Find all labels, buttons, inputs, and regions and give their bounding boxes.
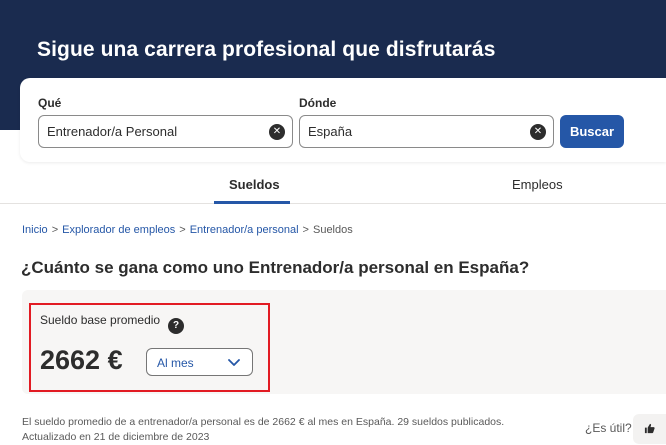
feedback-question: ¿Es útil?: [585, 421, 632, 435]
breadcrumb-explorer-link[interactable]: Explorador de empleos: [62, 224, 175, 236]
period-select-value: Al mes: [157, 356, 194, 370]
search-button[interactable]: Buscar: [560, 115, 624, 148]
salary-value: 2662 €: [40, 345, 123, 375]
breadcrumb-separator: >: [302, 224, 309, 236]
thumbs-up-icon: [644, 423, 655, 434]
where-label: Dónde: [299, 96, 337, 110]
breadcrumb-separator: >: [179, 224, 186, 236]
salary-label: Sueldo base promedio: [40, 313, 161, 327]
breadcrumb-home-link[interactable]: Inicio: [22, 224, 48, 236]
chevron-down-icon: [228, 355, 240, 374]
period-select[interactable]: Al mes: [146, 348, 253, 376]
salary-footnote: El sueldo promedio de a entrenador/a per…: [22, 415, 504, 445]
tab-jobs[interactable]: Empleos: [512, 177, 563, 192]
breadcrumb: Inicio > Explorador de empleos > Entrenador/…: [22, 224, 353, 236]
tab-salaries[interactable]: Sueldos: [229, 177, 280, 192]
thumbs-up-button[interactable]: [633, 414, 666, 444]
footnote-line-2: Actualizado en 21 de diciembre de 2023: [22, 431, 210, 443]
breadcrumb-current: Sueldos: [312, 224, 353, 236]
what-label: Qué: [38, 96, 62, 110]
help-icon[interactable]: ?: [168, 318, 184, 334]
page-title: ¿Cuánto se gana como uno Entrenador/a pe…: [21, 258, 530, 277]
breadcrumb-separator: >: [51, 224, 59, 236]
clear-where-icon[interactable]: ✕: [530, 124, 546, 140]
hero-title: Sigue una carrera profesional que disfru…: [37, 38, 496, 61]
tab-bar: Sueldos Empleos: [0, 163, 666, 204]
what-input[interactable]: [47, 116, 260, 147]
footnote-line-1: El sueldo promedio de a entrenador/a per…: [22, 416, 505, 428]
where-field[interactable]: ✕: [299, 115, 554, 148]
clear-what-icon[interactable]: ✕: [269, 124, 285, 140]
active-tab-indicator: [214, 201, 290, 204]
breadcrumb-job-link[interactable]: Entrenador/a personal: [190, 224, 299, 236]
what-field[interactable]: ✕: [38, 115, 293, 148]
where-input[interactable]: [308, 116, 521, 147]
